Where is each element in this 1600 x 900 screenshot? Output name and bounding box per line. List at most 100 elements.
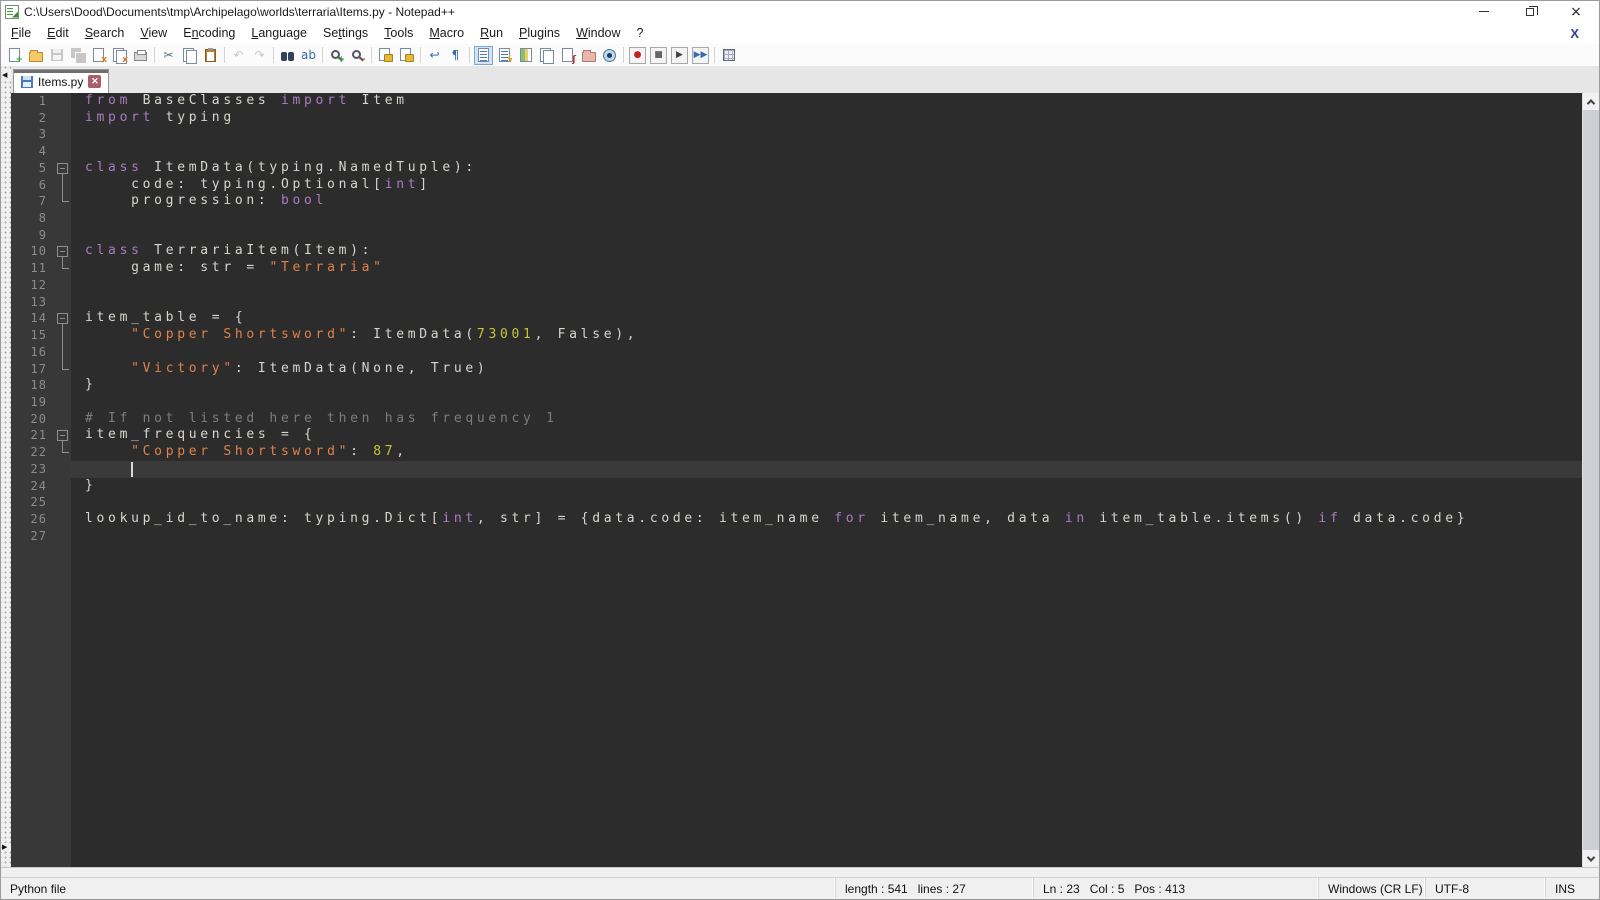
- restore-button[interactable]: [1507, 1, 1553, 22]
- close-file-icon[interactable]: x: [89, 46, 108, 65]
- macro-save-icon[interactable]: [719, 46, 738, 65]
- code-line-13[interactable]: [71, 294, 1582, 311]
- monitoring-eye-icon[interactable]: [600, 46, 619, 65]
- line-number[interactable]: 20: [11, 411, 55, 428]
- line-number[interactable]: 14: [11, 310, 55, 327]
- line-number[interactable]: 8: [11, 210, 55, 227]
- replace-icon[interactable]: ab: [299, 46, 318, 65]
- code-line-11[interactable]: game: str = "Terraria": [71, 260, 1582, 277]
- menu-encoding[interactable]: Encoding: [175, 24, 243, 42]
- menubar-close-icon[interactable]: X: [1562, 24, 1587, 43]
- macro-run-multiple-icon[interactable]: ▶▶: [692, 47, 709, 64]
- menu-window[interactable]: Window: [568, 24, 628, 42]
- code-line-18[interactable]: }: [71, 377, 1582, 394]
- menu-plugins[interactable]: Plugins: [511, 24, 568, 42]
- cut-icon[interactable]: ✂: [159, 46, 178, 65]
- zoom-out-icon[interactable]: −: [348, 46, 367, 65]
- fold-collapse-icon[interactable]: [55, 160, 71, 177]
- document-list-icon[interactable]: [537, 46, 556, 65]
- line-number[interactable]: 22: [11, 444, 55, 461]
- save-icon[interactable]: [47, 46, 66, 65]
- fold-collapse-icon[interactable]: [55, 243, 71, 260]
- scroll-right-icon[interactable]: ▶: [2, 843, 11, 851]
- line-number[interactable]: 11: [11, 260, 55, 277]
- macro-record-icon[interactable]: ●: [629, 47, 646, 64]
- zoom-in-icon[interactable]: +: [327, 46, 346, 65]
- code-line-22[interactable]: "Copper Shortsword": 87,: [71, 444, 1582, 461]
- line-number[interactable]: 25: [11, 494, 55, 511]
- line-number[interactable]: 26: [11, 511, 55, 528]
- code-line-8[interactable]: [71, 210, 1582, 227]
- tab-scroll-left-icon[interactable]: ◀: [2, 71, 11, 79]
- code-line-20[interactable]: # If not listed here then has frequency …: [71, 411, 1582, 428]
- code-line-9[interactable]: [71, 227, 1582, 244]
- code-line-4[interactable]: [71, 143, 1582, 160]
- save-all-icon[interactable]: [68, 46, 87, 65]
- minimize-button[interactable]: [1461, 1, 1507, 22]
- script-doc-icon[interactable]: ʃ: [558, 46, 577, 65]
- open-file-icon[interactable]: [26, 46, 45, 65]
- code-line-16[interactable]: [71, 344, 1582, 361]
- fold-collapse-icon[interactable]: [55, 427, 71, 444]
- code-line-17[interactable]: "Victory": ItemData(None, True): [71, 361, 1582, 378]
- code-line-7[interactable]: progression: bool: [71, 193, 1582, 210]
- menu-edit[interactable]: Edit: [39, 24, 77, 42]
- fold-collapse-icon[interactable]: [55, 310, 71, 327]
- macro-stop-icon[interactable]: ■: [650, 47, 667, 64]
- new-file-icon[interactable]: +: [5, 46, 24, 65]
- dock-grip[interactable]: ◀ ▶: [1, 66, 11, 867]
- line-number[interactable]: 21: [11, 427, 55, 444]
- line-number[interactable]: 24: [11, 478, 55, 495]
- line-number[interactable]: 9: [11, 227, 55, 244]
- code-line-5[interactable]: class ItemData(typing.NamedTuple):: [71, 160, 1582, 177]
- close-button[interactable]: ×: [1553, 1, 1599, 22]
- show-all-characters-icon[interactable]: ¶: [446, 46, 465, 65]
- tab-items-py[interactable]: Items.py ✕: [13, 69, 109, 93]
- line-number[interactable]: 12: [11, 277, 55, 294]
- function-list-icon[interactable]: ϟ: [495, 46, 514, 65]
- code-line-25[interactable]: [71, 494, 1582, 511]
- line-number[interactable]: 3: [11, 126, 55, 143]
- code-line-6[interactable]: code: typing.Optional[int]: [71, 177, 1582, 194]
- code-line-14[interactable]: item_table = {: [71, 310, 1582, 327]
- code-line-3[interactable]: [71, 126, 1582, 143]
- line-number[interactable]: 15: [11, 327, 55, 344]
- folder-as-workspace-icon[interactable]: [579, 46, 598, 65]
- editor[interactable]: 1234567891011121314151617181920212223242…: [11, 93, 1599, 867]
- tab-close-icon[interactable]: ✕: [88, 75, 101, 88]
- menu-macro[interactable]: Macro: [421, 24, 472, 42]
- line-number[interactable]: 16: [11, 344, 55, 361]
- code-line-12[interactable]: [71, 277, 1582, 294]
- line-number[interactable]: 1: [11, 93, 55, 110]
- line-number[interactable]: 27: [11, 528, 55, 545]
- code-line-23[interactable]: [71, 461, 1582, 478]
- sync-horizontal-scroll-icon[interactable]: [397, 46, 416, 65]
- menu-tools[interactable]: Tools: [376, 24, 421, 42]
- document-map-icon[interactable]: [516, 46, 535, 65]
- redo-icon[interactable]: ↷: [250, 46, 269, 65]
- find-icon[interactable]: [278, 46, 297, 65]
- menu-search[interactable]: Search: [77, 24, 133, 42]
- line-number[interactable]: 4: [11, 143, 55, 160]
- code-line-15[interactable]: "Copper Shortsword": ItemData(73001, Fal…: [71, 327, 1582, 344]
- menu-run[interactable]: Run: [472, 24, 511, 42]
- line-number[interactable]: 6: [11, 177, 55, 194]
- line-number[interactable]: 18: [11, 377, 55, 394]
- line-number[interactable]: 5: [11, 160, 55, 177]
- copy-icon[interactable]: [180, 46, 199, 65]
- sync-vertical-scroll-icon[interactable]: [376, 46, 395, 65]
- vertical-scrollbar[interactable]: [1582, 93, 1599, 867]
- code-line-27[interactable]: [71, 528, 1582, 545]
- code-line-1[interactable]: from BaseClasses import Item: [71, 93, 1582, 110]
- code-line-10[interactable]: class TerrariaItem(Item):: [71, 243, 1582, 260]
- menu-language[interactable]: Language: [243, 24, 315, 42]
- line-number[interactable]: 10: [11, 243, 55, 260]
- code-line-19[interactable]: [71, 394, 1582, 411]
- paste-icon[interactable]: [201, 46, 220, 65]
- code-area[interactable]: from BaseClasses import Itemimport typin…: [71, 93, 1582, 867]
- line-number[interactable]: 2: [11, 110, 55, 127]
- code-line-21[interactable]: item_frequencies = {: [71, 427, 1582, 444]
- code-line-2[interactable]: import typing: [71, 110, 1582, 127]
- menu-help[interactable]: ?: [629, 24, 652, 42]
- macro-play-icon[interactable]: ▶: [671, 47, 688, 64]
